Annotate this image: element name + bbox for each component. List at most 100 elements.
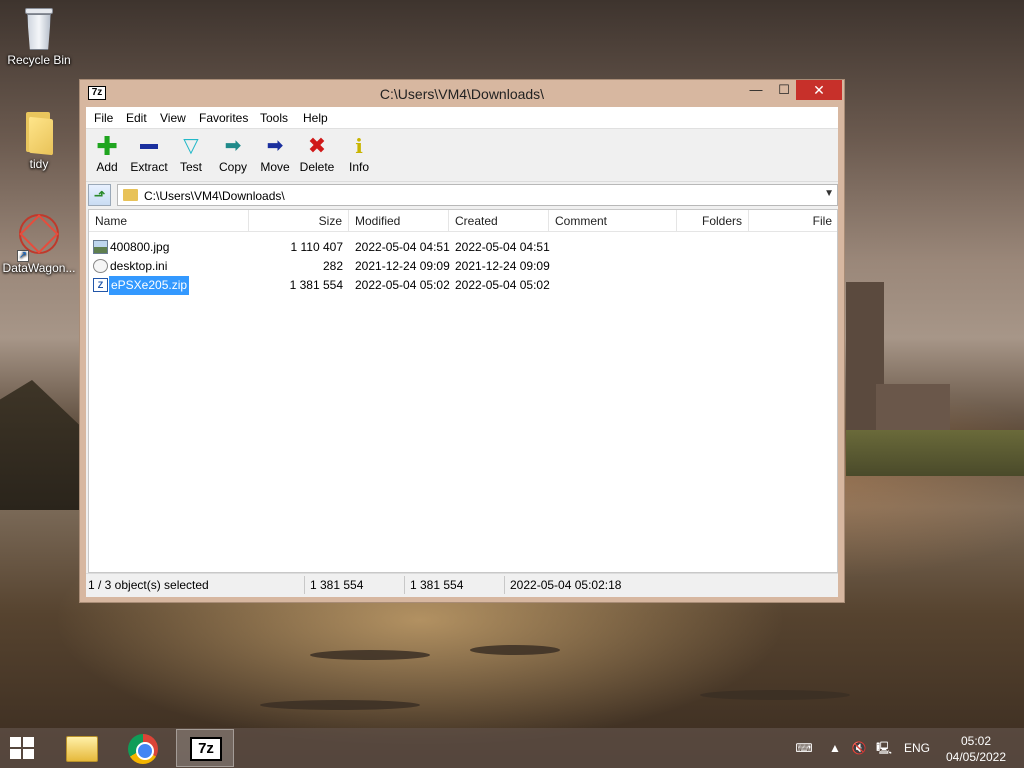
table-row[interactable]: desktop.ini 282 2021-12-24 09:09 2021-12…: [89, 257, 837, 276]
file-name: desktop.ini: [110, 259, 168, 273]
folder-icon: [24, 110, 54, 156]
desktop-icon-label: Recycle Bin: [7, 53, 71, 67]
copy-label: Copy: [218, 160, 247, 174]
desktop-icon-label: DataWagon...: [2, 261, 76, 275]
desktop-icon-tidy[interactable]: tidy: [0, 110, 78, 171]
desktop-icon-label: tidy: [29, 157, 49, 171]
move-label: Move: [260, 160, 290, 174]
delete-label: Delete: [299, 160, 335, 174]
settings-file-icon: [93, 259, 108, 273]
file-created: 2022-05-04 05:02: [455, 278, 550, 292]
system-clock[interactable]: 05:02 04/05/2022: [940, 733, 1012, 765]
chevron-down-icon[interactable]: ▼: [824, 188, 834, 199]
taskbar-7zip[interactable]: 7z: [176, 729, 234, 767]
background-rock: [700, 690, 850, 700]
address-field[interactable]: C:\Users\VM4\Downloads\ ▼: [117, 184, 838, 206]
file-size: 1 110 407: [290, 240, 344, 254]
copy-button[interactable]: ➡ Copy: [211, 134, 255, 180]
keyboard-icon[interactable]: ⌨: [788, 740, 820, 756]
minimize-button[interactable]: —: [742, 80, 770, 100]
address-bar: ⬏ C:\Users\VM4\Downloads\ ▼: [86, 183, 838, 208]
file-size: 1 381 554: [289, 278, 343, 292]
info-button[interactable]: i Info: [337, 134, 381, 180]
column-comment[interactable]: Comment: [549, 210, 677, 232]
extract-button[interactable]: Extract: [127, 134, 171, 180]
column-modified[interactable]: Modified: [349, 210, 449, 232]
background-hill: [0, 380, 80, 510]
file-list: Name Size Modified Created Comment Folde…: [88, 209, 838, 573]
close-button[interactable]: ✕: [796, 80, 842, 100]
toolbar: ✚ Add Extract ▽ Test ➡ Copy ➡ Move ✖ Del…: [86, 130, 838, 182]
menu-favorites[interactable]: Favorites: [199, 111, 248, 125]
delete-button[interactable]: ✖ Delete: [295, 134, 339, 180]
info-label: Info: [348, 160, 369, 174]
window-title: C:\Users\VM4\Downloads\: [379, 86, 545, 102]
show-hidden-icons-icon[interactable]: ▲: [828, 740, 842, 756]
taskbar-chrome[interactable]: [114, 729, 172, 767]
menu-help[interactable]: Help: [303, 111, 328, 125]
add-button[interactable]: ✚ Add: [85, 131, 129, 180]
table-row-selected[interactable]: Z ePSXe205.zip 1 381 554 2022-05-04 05:0…: [89, 276, 837, 295]
file-name: ePSXe205.zip: [109, 276, 190, 295]
plus-icon: ✚: [96, 131, 118, 161]
file-modified: 2022-05-04 04:51: [355, 240, 450, 254]
delete-x-icon: ✖: [307, 133, 327, 158]
desktop-icon-datawagon[interactable]: ↗ DataWagon...: [0, 214, 78, 275]
background-rock: [470, 645, 560, 655]
test-button[interactable]: ▽ Test: [169, 134, 213, 180]
file-modified: 2022-05-04 05:02: [355, 278, 450, 292]
zip-file-icon: Z: [93, 278, 108, 292]
file-size: 282: [322, 259, 343, 273]
add-label: Add: [96, 160, 118, 174]
menu-tools[interactable]: Tools: [260, 111, 288, 125]
check-icon: ▽: [183, 135, 199, 157]
recycle-bin-icon: [24, 8, 54, 50]
menu-edit[interactable]: Edit: [126, 111, 147, 125]
extract-label: Extract: [130, 160, 168, 174]
menu-view[interactable]: View: [160, 111, 186, 125]
clock-date: 04/05/2022: [945, 750, 1007, 764]
7zip-icon: 7z: [190, 737, 222, 761]
network-icon[interactable]: 🖳: [874, 740, 894, 756]
move-arrow-icon: ➡: [266, 135, 284, 157]
up-arrow-icon: ⬏: [93, 187, 106, 203]
title-bar[interactable]: 7z C:\Users\VM4\Downloads\ — ☐ ✕: [80, 80, 844, 108]
up-folder-button[interactable]: ⬏: [88, 184, 111, 206]
status-modified: 2022-05-04 05:02:18: [510, 578, 622, 592]
test-label: Test: [179, 160, 202, 174]
status-size: 1 381 554: [310, 578, 364, 592]
move-button[interactable]: ➡ Move: [253, 134, 297, 180]
status-divider: [504, 576, 505, 594]
datawagon-icon: ↗: [17, 214, 61, 262]
chrome-icon: [128, 734, 158, 764]
file-explorer-icon: [66, 736, 98, 762]
file-modified: 2021-12-24 09:09: [355, 259, 450, 273]
column-name[interactable]: Name: [89, 210, 249, 232]
column-size[interactable]: Size: [249, 210, 349, 232]
column-file[interactable]: File: [749, 210, 837, 232]
status-selection: 1 / 3 object(s) selected: [88, 578, 209, 592]
language-indicator[interactable]: ENG: [900, 740, 934, 756]
folder-icon: [123, 189, 138, 201]
7zip-window: 7z C:\Users\VM4\Downloads\ — ☐ ✕ File Ed…: [79, 79, 845, 603]
image-file-icon: [93, 240, 108, 254]
start-button[interactable]: [10, 737, 34, 759]
status-divider: [304, 576, 305, 594]
taskbar-file-explorer[interactable]: [52, 729, 110, 767]
background-rock: [310, 650, 430, 660]
file-created: 2022-05-04 04:51: [455, 240, 550, 254]
copy-arrow-icon: ➡: [224, 135, 242, 157]
background-rock: [260, 700, 420, 710]
maximize-button[interactable]: ☐: [770, 80, 798, 100]
address-path: C:\Users\VM4\Downloads\: [144, 189, 285, 203]
taskbar: 7z ⌨ ▲ 🔇 🖳 ENG 05:02 04/05/2022: [0, 728, 1024, 768]
clock-time: 05:02: [960, 734, 992, 748]
volume-muted-icon[interactable]: 🔇: [850, 740, 868, 756]
desktop-icon-recycle-bin[interactable]: Recycle Bin: [0, 8, 78, 67]
column-created[interactable]: Created: [449, 210, 549, 232]
table-row[interactable]: 400800.jpg 1 110 407 2022-05-04 04:51 20…: [89, 238, 837, 257]
info-icon: i: [355, 134, 363, 158]
menu-file[interactable]: File: [94, 111, 113, 125]
column-folders[interactable]: Folders: [677, 210, 749, 232]
file-created: 2021-12-24 09:09: [455, 259, 550, 273]
